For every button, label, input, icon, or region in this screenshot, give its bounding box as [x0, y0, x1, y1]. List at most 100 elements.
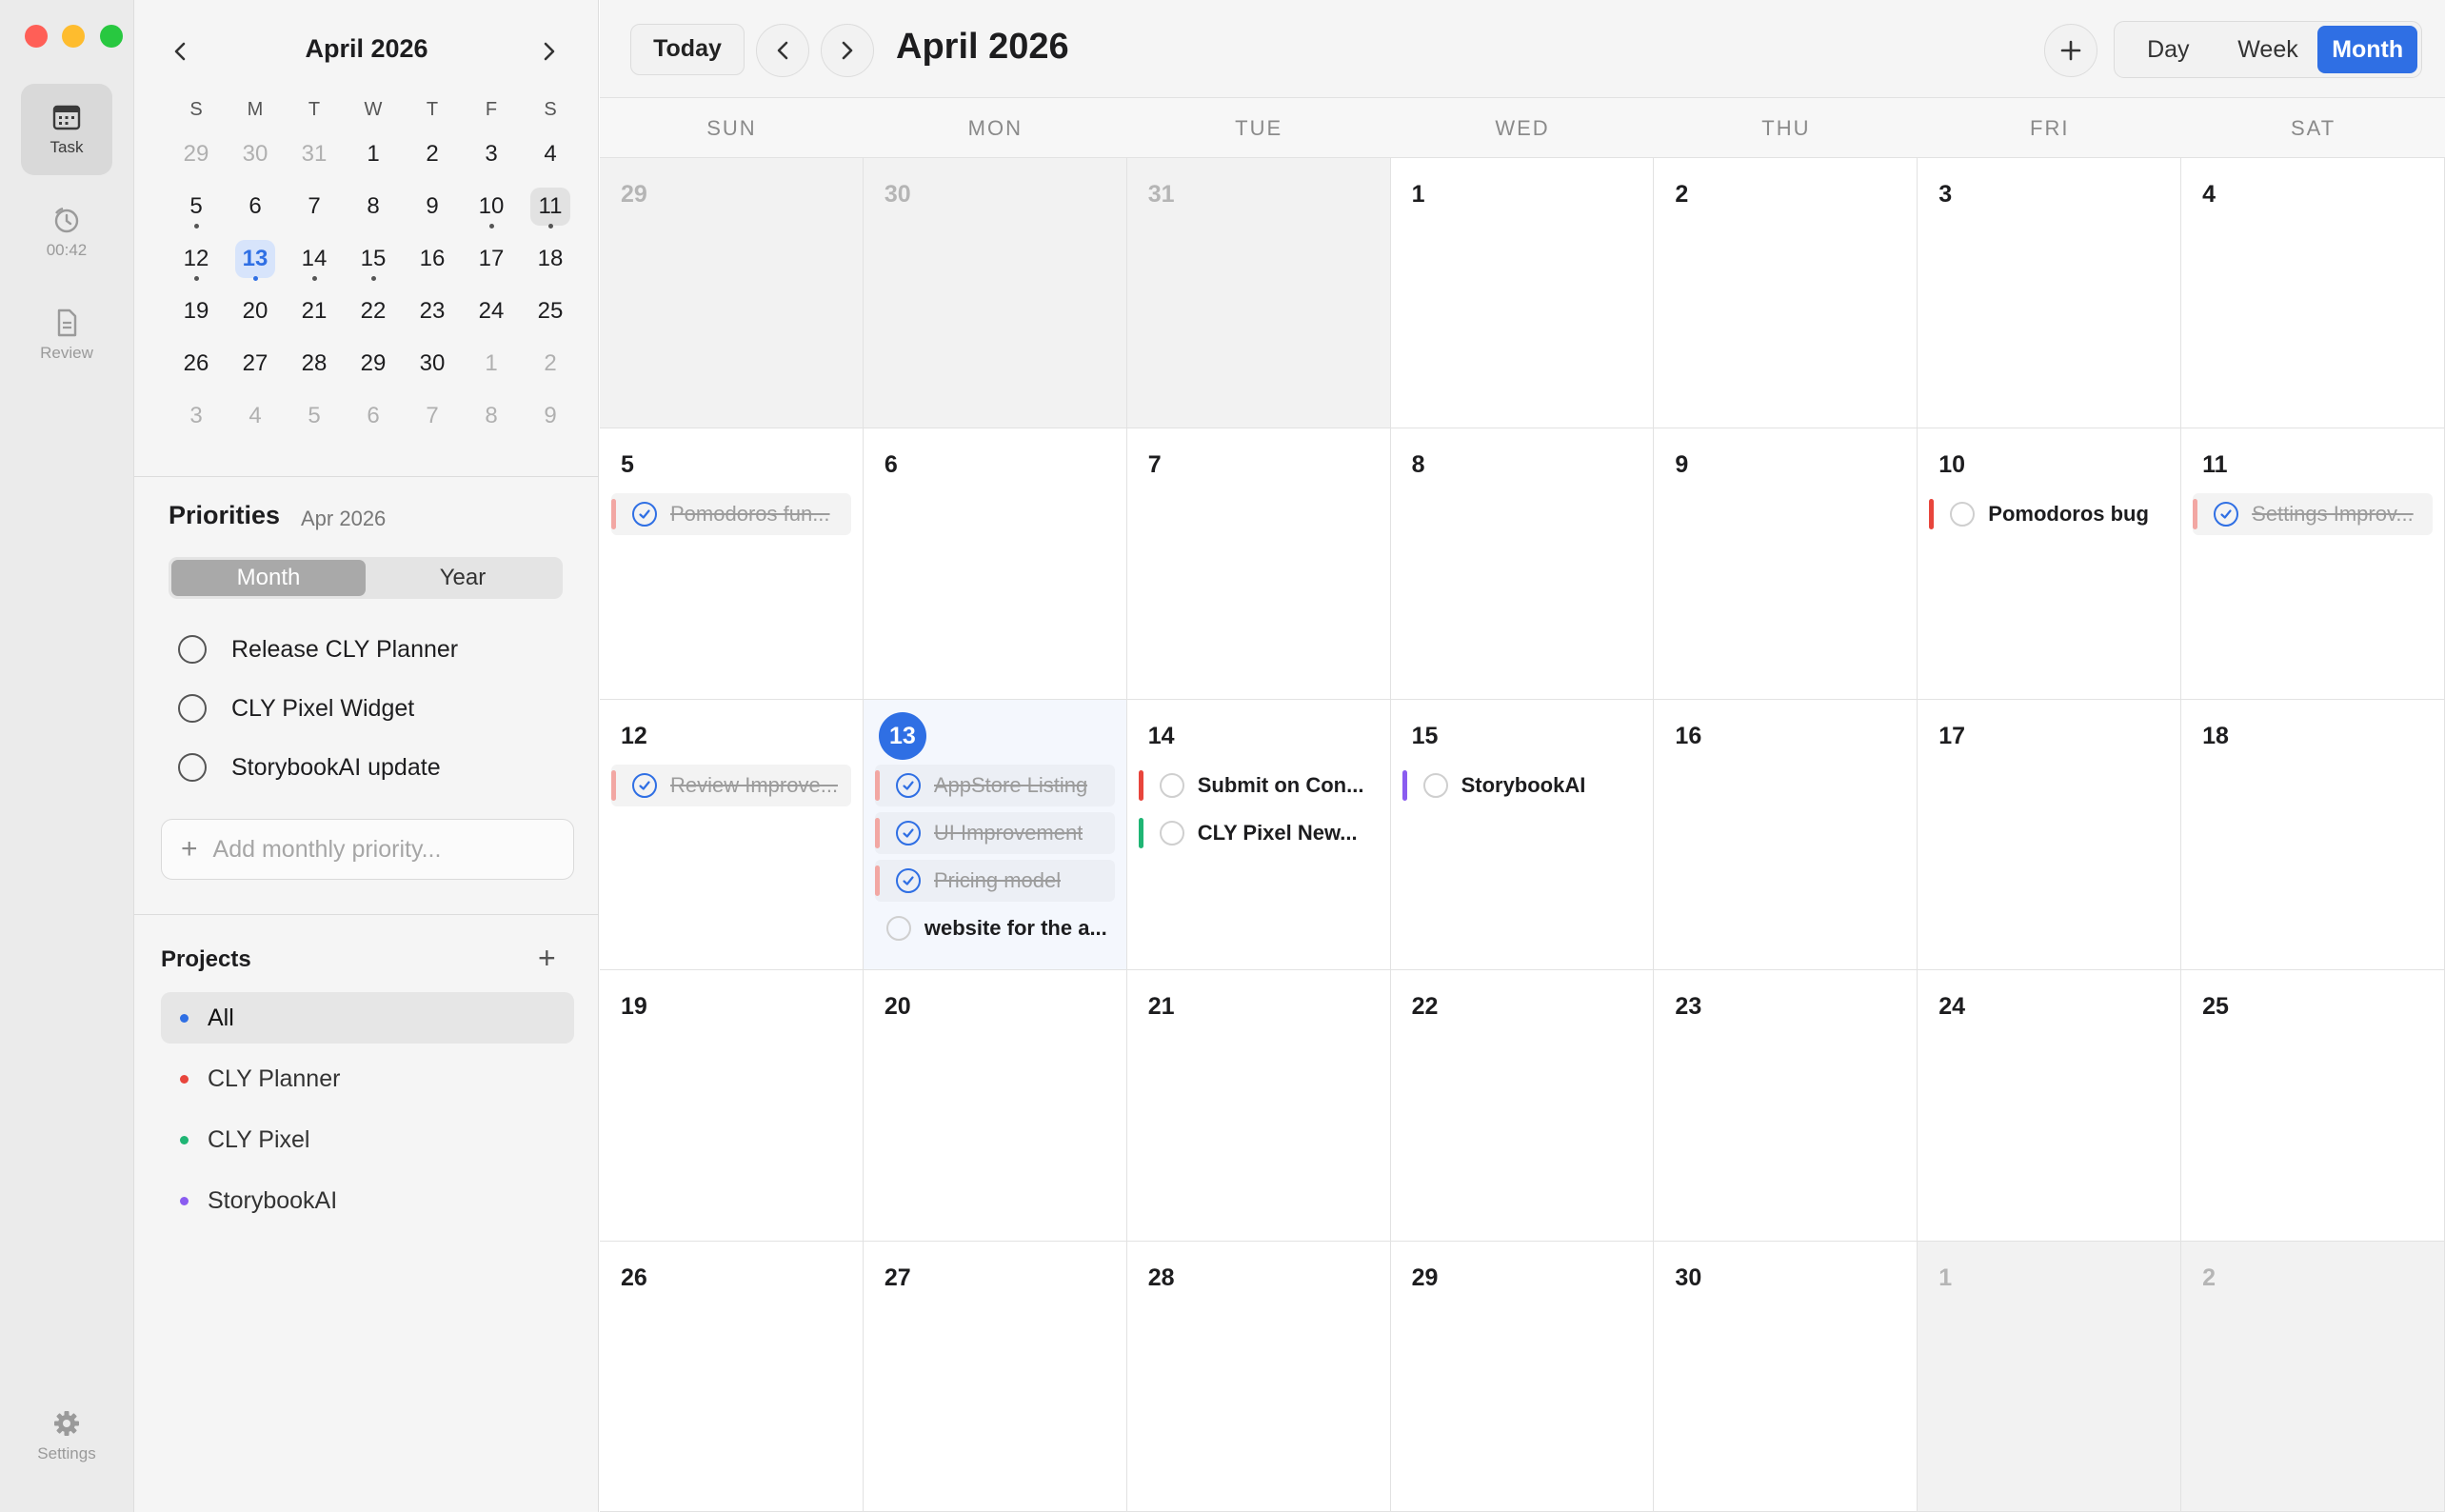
day-cell[interactable]: 2 [2181, 1241, 2445, 1512]
task-checkbox[interactable] [1159, 820, 1184, 846]
day-cell[interactable]: 25 [2181, 970, 2445, 1242]
rail-timer-button[interactable]: 00:42 [21, 187, 112, 278]
mini-calendar-day[interactable]: 3 [462, 128, 521, 180]
day-cell[interactable]: 4 [2181, 158, 2445, 429]
mini-calendar-day[interactable]: 9 [403, 180, 462, 232]
task-checkbox[interactable] [885, 915, 911, 941]
checkmark-icon[interactable] [632, 502, 657, 527]
mini-calendar-day[interactable]: 20 [226, 285, 285, 337]
view-week-button[interactable]: Week [2218, 26, 2318, 73]
rail-settings-button[interactable]: Settings [21, 1390, 112, 1482]
day-cell[interactable]: 3 [1918, 158, 2182, 429]
day-cell[interactable]: 12 Review Improve... [600, 699, 864, 971]
checkmark-icon[interactable] [895, 820, 921, 846]
day-cell[interactable]: 23 [1654, 970, 1918, 1242]
mini-calendar-day[interactable]: 7 [403, 389, 462, 442]
day-cell[interactable]: 6 [863, 428, 1127, 700]
today-button[interactable]: Today [630, 24, 745, 75]
prev-month-button[interactable] [756, 24, 809, 77]
event-item[interactable]: CLY Pixel New... [1138, 812, 1379, 854]
event-item[interactable]: Pomodoros fun... [611, 493, 851, 536]
mini-calendar-day[interactable]: 31 [285, 128, 344, 180]
mini-calendar-day[interactable]: 19 [167, 285, 226, 337]
priority-item[interactable]: StorybookAI update [178, 748, 441, 786]
day-cell[interactable]: 15 StorybookAI [1390, 699, 1655, 971]
add-event-button[interactable] [2044, 24, 2097, 77]
day-cell[interactable]: 8 [1390, 428, 1655, 700]
view-month-button[interactable]: Month [2317, 26, 2418, 73]
mini-calendar-day[interactable]: 6 [344, 389, 403, 442]
task-checkbox[interactable] [1422, 772, 1448, 798]
mini-calendar-day[interactable]: 4 [521, 128, 580, 180]
mini-next-month-button[interactable] [532, 34, 567, 69]
priority-checkbox[interactable] [178, 694, 207, 723]
mini-calendar-day[interactable]: 10 [462, 180, 521, 232]
day-cell[interactable]: 26 [600, 1241, 864, 1512]
tab-month[interactable]: Month [171, 560, 366, 596]
close-window-button[interactable] [25, 25, 48, 48]
mini-calendar-day[interactable]: 18 [521, 232, 580, 285]
mini-calendar-day[interactable]: 23 [403, 285, 462, 337]
mini-calendar-day[interactable]: 1 [462, 337, 521, 389]
project-item[interactable]: CLY Pixel [161, 1114, 574, 1165]
day-cell[interactable]: 29 [600, 158, 864, 429]
mini-calendar-day[interactable]: 29 [167, 128, 226, 180]
task-checkbox[interactable] [1950, 502, 1976, 527]
priority-item[interactable]: Release CLY Planner [178, 630, 458, 668]
day-cell[interactable]: 1 [1390, 158, 1655, 429]
mini-calendar-day[interactable]: 30 [226, 128, 285, 180]
mini-calendar-day[interactable]: 14 [285, 232, 344, 285]
mini-calendar-day[interactable]: 22 [344, 285, 403, 337]
checkmark-icon[interactable] [2214, 502, 2239, 527]
day-cell[interactable]: 22 [1390, 970, 1655, 1242]
mini-calendar-day[interactable]: 8 [344, 180, 403, 232]
task-checkbox[interactable] [1159, 772, 1184, 798]
priority-item[interactable]: CLY Pixel Widget [178, 689, 414, 727]
rail-review-button[interactable]: Review [21, 289, 112, 381]
mini-calendar-day[interactable]: 26 [167, 337, 226, 389]
tab-year[interactable]: Year [366, 560, 560, 596]
mini-calendar-day[interactable]: 5 [285, 389, 344, 442]
project-item[interactable]: CLY Planner [161, 1053, 574, 1104]
mini-calendar-day[interactable]: 7 [285, 180, 344, 232]
mini-calendar-day[interactable]: 15 [344, 232, 403, 285]
mini-calendar-day[interactable]: 16 [403, 232, 462, 285]
day-cell[interactable]: 1 [1918, 1241, 2182, 1512]
day-cell[interactable]: 13 AppStore Listing UI Improvement Pricing … [863, 699, 1127, 971]
mini-calendar-day[interactable]: 6 [226, 180, 285, 232]
priority-checkbox[interactable] [178, 635, 207, 664]
day-cell[interactable]: 29 [1390, 1241, 1655, 1512]
day-cell[interactable]: 20 [863, 970, 1127, 1242]
day-cell[interactable]: 21 [1126, 970, 1391, 1242]
event-item[interactable]: Pricing model [874, 859, 1115, 902]
mini-calendar-day[interactable]: 21 [285, 285, 344, 337]
day-cell[interactable]: 10 Pomodoros bug [1918, 428, 2182, 700]
event-item[interactable]: Review Improve... [611, 764, 851, 806]
mini-calendar-day[interactable]: 17 [462, 232, 521, 285]
checkmark-icon[interactable] [895, 772, 921, 798]
event-item[interactable]: website for the a... [875, 907, 1115, 949]
day-cell[interactable]: 7 [1126, 428, 1391, 700]
day-cell[interactable]: 30 [863, 158, 1127, 429]
checkmark-icon[interactable] [895, 867, 921, 893]
mini-calendar-day[interactable]: 29 [344, 337, 403, 389]
event-item[interactable]: Settings Improv... [2193, 493, 2433, 536]
event-item[interactable]: Pomodoros bug [1929, 493, 2169, 535]
mini-calendar-day[interactable]: 2 [521, 337, 580, 389]
mini-calendar-day[interactable]: 30 [403, 337, 462, 389]
day-cell[interactable]: 16 [1654, 699, 1918, 971]
mini-calendar-day[interactable]: 5 [167, 180, 226, 232]
project-item[interactable]: StorybookAI [161, 1175, 574, 1226]
day-cell[interactable]: 27 [863, 1241, 1127, 1512]
event-item[interactable]: StorybookAI [1401, 765, 1642, 806]
day-cell[interactable]: 30 [1654, 1241, 1918, 1512]
day-cell[interactable]: 28 [1126, 1241, 1391, 1512]
event-item[interactable]: Submit on Con... [1138, 765, 1379, 806]
event-item[interactable]: AppStore Listing [874, 764, 1115, 806]
mini-calendar-day[interactable]: 25 [521, 285, 580, 337]
day-cell[interactable]: 2 [1654, 158, 1918, 429]
mini-calendar-day[interactable]: 13 [226, 232, 285, 285]
day-cell[interactable]: 18 [2181, 699, 2445, 971]
mini-calendar-day[interactable]: 1 [344, 128, 403, 180]
priority-checkbox[interactable] [178, 753, 207, 782]
